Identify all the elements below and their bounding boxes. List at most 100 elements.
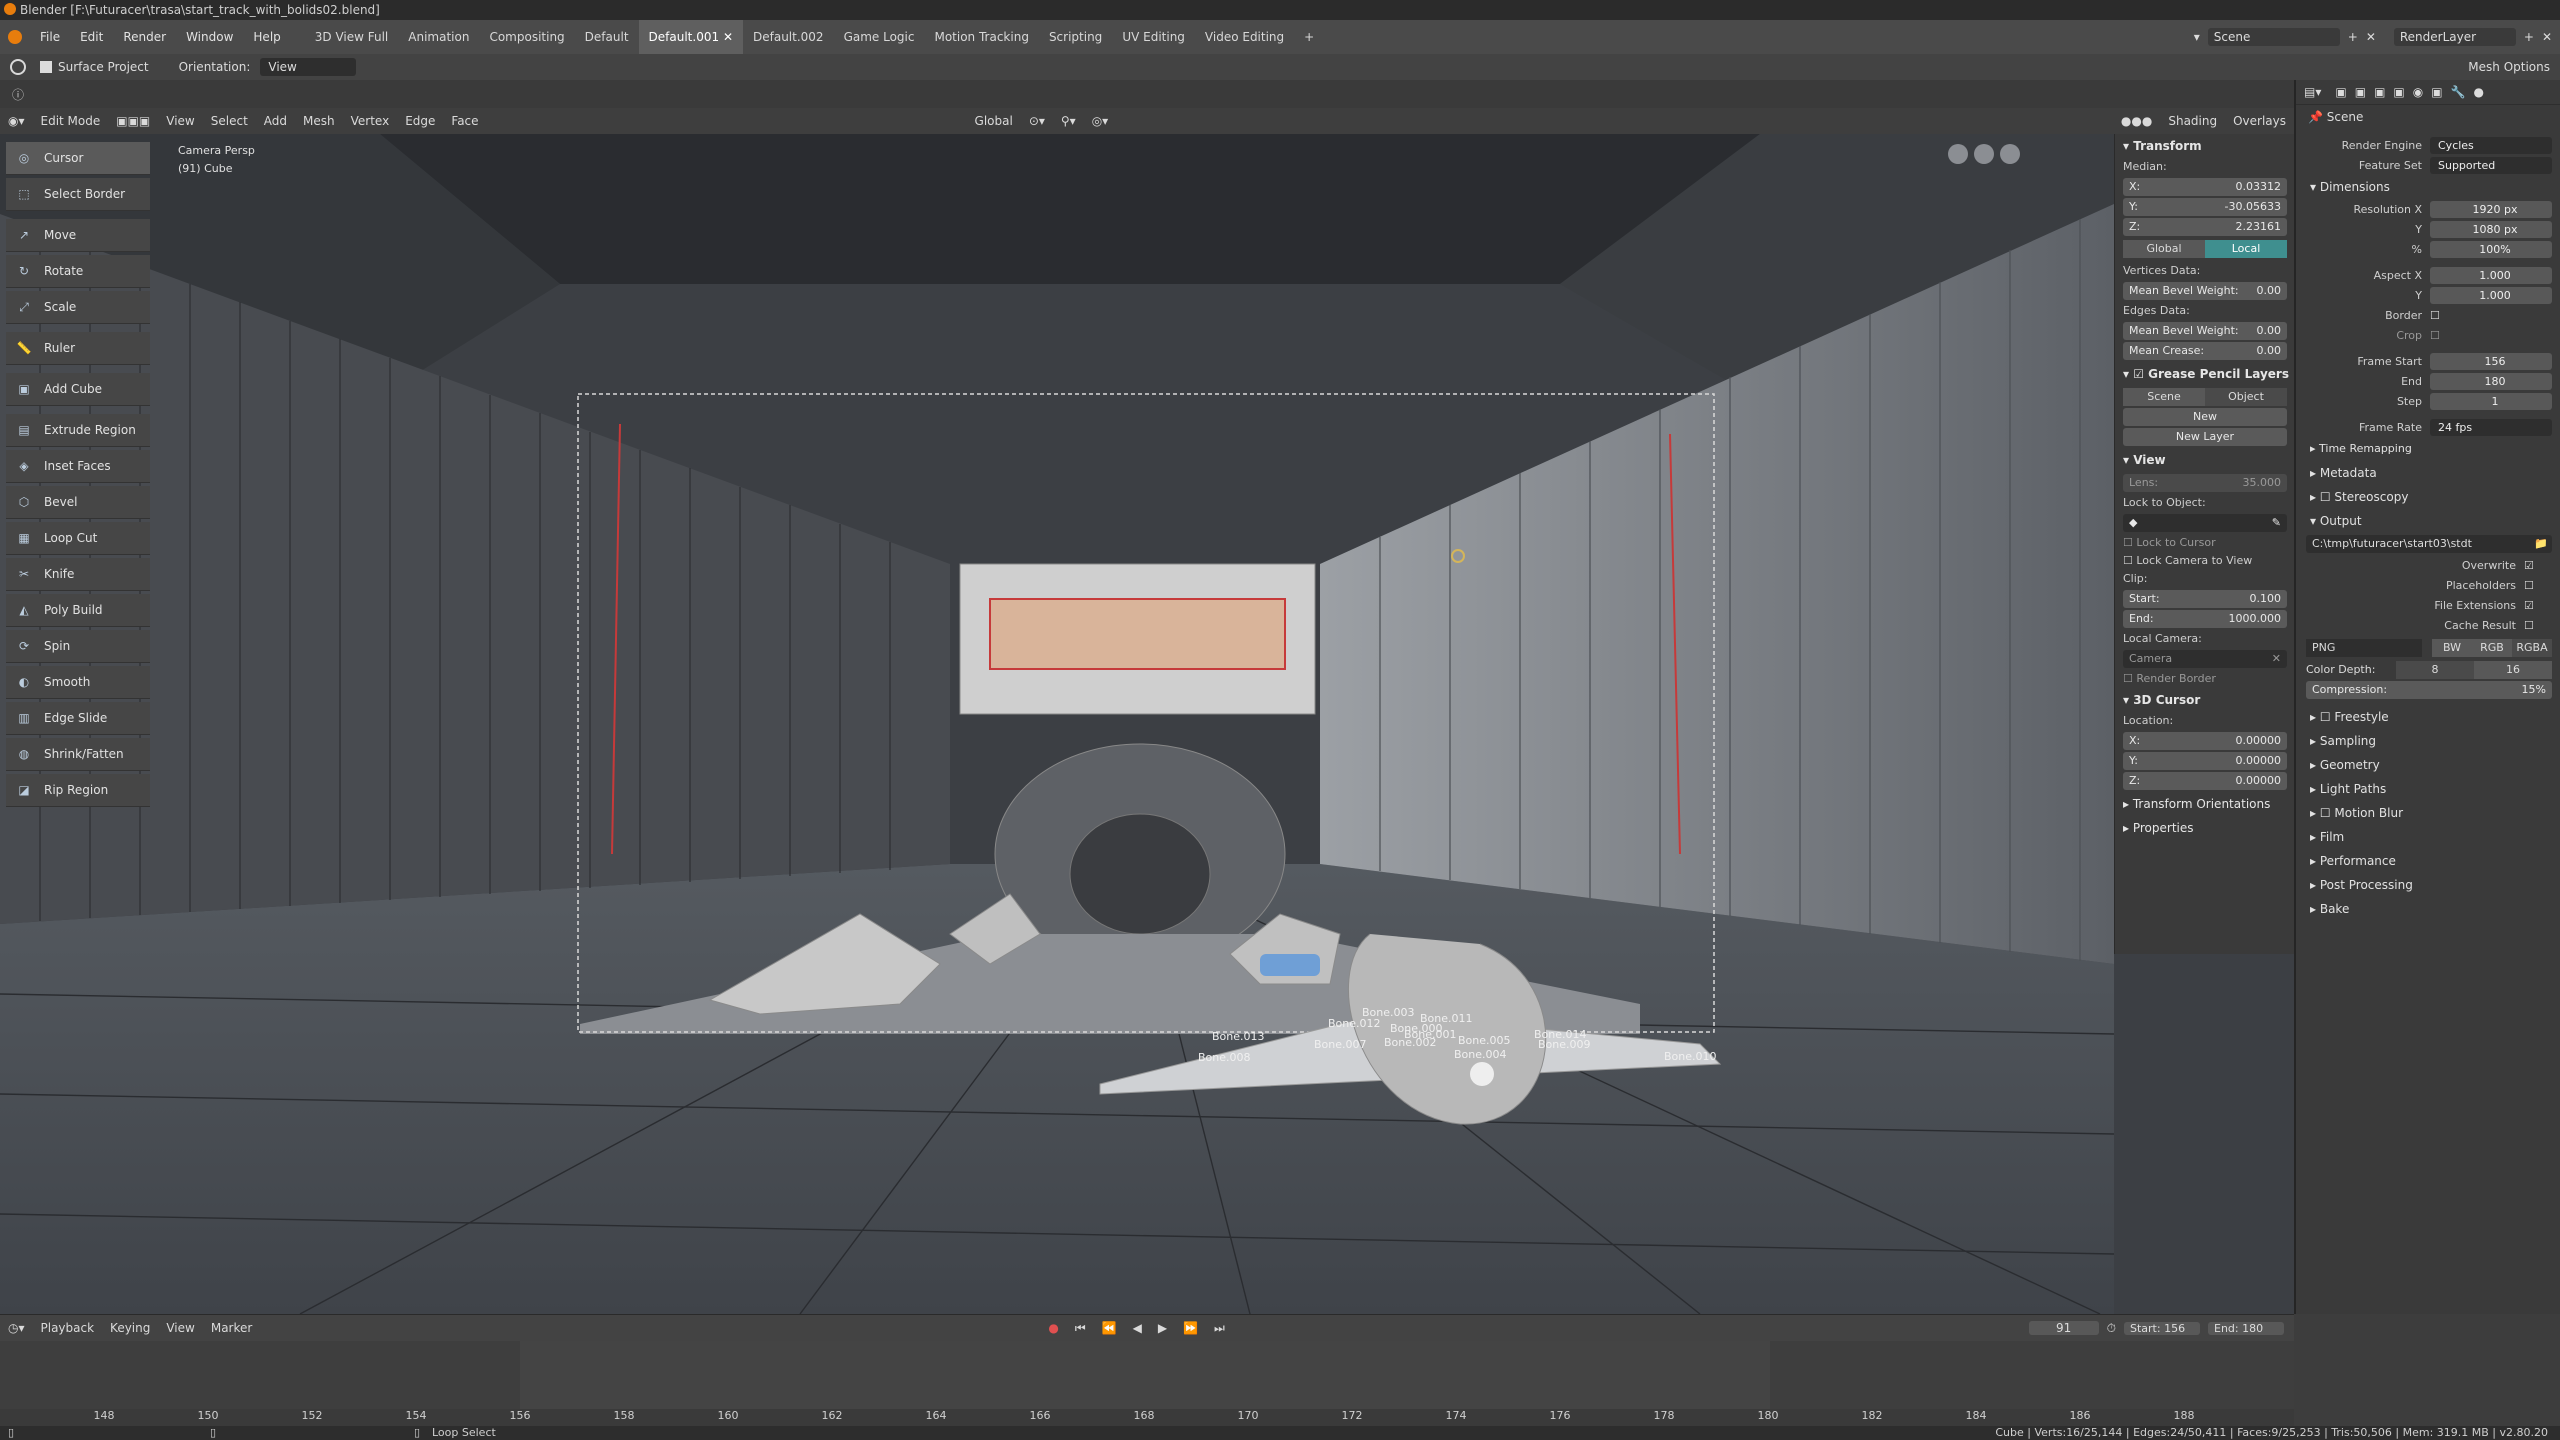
close-icon[interactable]: ✕: [723, 30, 733, 44]
film-header[interactable]: ▸ Film: [2296, 825, 2560, 849]
tool-bevel[interactable]: ⬡ Bevel: [6, 486, 150, 519]
menu-window[interactable]: Window: [176, 30, 243, 44]
aspect-y-field[interactable]: 1.000: [2430, 286, 2552, 304]
motion-blur-header[interactable]: ▸ ☐ Motion Blur: [2296, 801, 2560, 825]
jump-start-icon[interactable]: ⏮: [1067, 1321, 1094, 1336]
menu-playback[interactable]: Playback: [33, 1321, 103, 1335]
tool-spin[interactable]: ⟳ Spin: [6, 630, 150, 663]
select-mode-icons[interactable]: ▣▣▣: [108, 114, 158, 128]
crop-row[interactable]: Crop ☐: [2296, 325, 2560, 345]
timeline-editor[interactable]: ◷▾ Playback Keying View Marker ● ⏮ ⏪ ◀ ▶…: [0, 1314, 2294, 1427]
tool-cursor[interactable]: ◎ Cursor: [6, 142, 150, 175]
depth-8-toggle[interactable]: 8: [2396, 661, 2474, 679]
time-remapping-header[interactable]: ▸ Time Remapping: [2296, 437, 2560, 461]
menu-file[interactable]: File: [30, 30, 70, 44]
shading-dropdown[interactable]: Shading: [2160, 114, 2225, 128]
bw-toggle[interactable]: BW: [2432, 639, 2472, 657]
global-toggle[interactable]: Global: [2123, 240, 2205, 258]
gp-object-toggle[interactable]: Object: [2205, 388, 2287, 406]
folder-icon[interactable]: 📁: [2534, 535, 2548, 553]
lock-object-field[interactable]: ◆ ✎: [2123, 514, 2287, 532]
orientation-select[interactable]: View: [260, 58, 357, 76]
compression-slider[interactable]: Compression: 15%: [2306, 681, 2552, 699]
renderlayer-selector[interactable]: RenderLayer: [2393, 28, 2516, 46]
frame-end-field[interactable]: 180: [2430, 372, 2552, 390]
clip-end-field[interactable]: End: 1000.000: [2123, 610, 2287, 628]
cursor-z-field[interactable]: Z: 0.00000: [2123, 772, 2287, 790]
properties-header[interactable]: ▸ Properties: [2115, 816, 2295, 840]
view-layer-tab-icon[interactable]: ▣: [2374, 85, 2385, 99]
tool-rip-region[interactable]: ◪ Rip Region: [6, 774, 150, 807]
cursor-x-field[interactable]: X: 0.00000: [2123, 732, 2287, 750]
placeholders-row[interactable]: Placeholders ☐: [2296, 575, 2560, 595]
object-tab-icon[interactable]: ▣: [2431, 85, 2442, 99]
remove-renderlayer-icon[interactable]: ✕: [2542, 30, 2552, 44]
tool-shrink-fatten[interactable]: ◍ Shrink/Fatten: [6, 738, 150, 771]
median-x-field[interactable]: X: 0.03312: [2123, 178, 2287, 196]
tool-inset-faces[interactable]: ◈ Inset Faces: [6, 450, 150, 483]
snap-icon[interactable]: ⚲▾: [1053, 114, 1084, 128]
workspace-tab[interactable]: Default.002: [743, 20, 834, 54]
current-frame-field[interactable]: 91: [2028, 1321, 2099, 1335]
cache-result-row[interactable]: Cache Result ☐: [2296, 615, 2560, 635]
next-keyframe-icon[interactable]: ⏩: [1175, 1321, 1206, 1335]
lens-field[interactable]: Lens: 35.000: [2123, 474, 2287, 492]
material-tab-icon[interactable]: ●: [2474, 85, 2484, 99]
prev-keyframe-icon[interactable]: ⏪: [1094, 1321, 1125, 1335]
file-extensions-checkbox[interactable]: ☑: [2524, 599, 2534, 612]
tool-scale[interactable]: ⤢ Scale: [6, 291, 150, 324]
tool-ruler[interactable]: 📏 Ruler: [6, 332, 150, 365]
blender-menu-icon[interactable]: [8, 30, 22, 44]
median-z-field[interactable]: Z: 2.23161: [2123, 218, 2287, 236]
jump-end-icon[interactable]: ⏭: [1206, 1321, 1233, 1336]
frame-rate-select[interactable]: 24 fps: [2430, 418, 2552, 436]
menu-view[interactable]: View: [158, 114, 202, 128]
local-camera-field[interactable]: Camera ✕: [2123, 650, 2287, 668]
tool-poly-build[interactable]: ◭ Poly Build: [6, 594, 150, 627]
menu-edge[interactable]: Edge: [397, 114, 443, 128]
add-workspace-icon[interactable]: +: [1294, 20, 1324, 54]
performance-header[interactable]: ▸ Performance: [2296, 849, 2560, 873]
shading-solid-icon[interactable]: ●●●: [2113, 114, 2160, 128]
clip-start-field[interactable]: Start: 0.100: [2123, 590, 2287, 608]
rgba-toggle[interactable]: RGBA: [2512, 639, 2552, 657]
menu-vertex[interactable]: Vertex: [343, 114, 398, 128]
rgb-toggle[interactable]: RGB: [2472, 639, 2512, 657]
clear-icon[interactable]: ✕: [2272, 650, 2281, 668]
bake-header[interactable]: ▸ Bake: [2296, 897, 2560, 921]
tool-add-cube[interactable]: ▣ Add Cube: [6, 373, 150, 406]
menu-mesh[interactable]: Mesh: [295, 114, 343, 128]
menu-keying[interactable]: Keying: [102, 1321, 158, 1335]
play-reverse-icon[interactable]: ◀: [1125, 1321, 1150, 1335]
workspace-tab[interactable]: Scripting: [1039, 20, 1112, 54]
output-tab-icon[interactable]: ▣: [2355, 85, 2366, 99]
depth-16-toggle[interactable]: 16: [2474, 661, 2552, 679]
workspace-tab[interactable]: Game Logic: [834, 20, 925, 54]
crop-checkbox[interactable]: ☐: [2430, 329, 2440, 342]
tool-rotate[interactable]: ↻ Rotate: [6, 255, 150, 288]
menu-edit[interactable]: Edit: [70, 30, 113, 44]
feature-set-select[interactable]: Supported: [2430, 156, 2552, 174]
border-row[interactable]: Border ☐: [2296, 305, 2560, 325]
workspace-tab[interactable]: Motion Tracking: [924, 20, 1038, 54]
post-processing-header[interactable]: ▸ Post Processing: [2296, 873, 2560, 897]
median-y-field[interactable]: Y: -30.05633: [2123, 198, 2287, 216]
transform-panel-header[interactable]: ▾ Transform: [2115, 134, 2295, 158]
gp-new-layer-button[interactable]: New Layer: [2123, 428, 2287, 446]
timeline-ruler[interactable]: 148 150 152 154 156 158 160 162 164 166 …: [0, 1409, 2294, 1427]
resolution-y-field[interactable]: 1080 px: [2430, 220, 2552, 238]
transform-orientations-header[interactable]: ▸ Transform Orientations: [2115, 792, 2295, 816]
workspace-tab[interactable]: UV Editing: [1112, 20, 1195, 54]
geometry-header[interactable]: ▸ Geometry: [2296, 753, 2560, 777]
cache-result-checkbox[interactable]: ☐: [2524, 619, 2534, 632]
add-scene-icon[interactable]: +: [2348, 30, 2358, 44]
modifier-tab-icon[interactable]: 🔧: [2451, 85, 2466, 99]
file-extensions-row[interactable]: File Extensions ☑: [2296, 595, 2560, 615]
transform-orientation-select[interactable]: Global: [967, 114, 1021, 128]
play-icon[interactable]: ▶: [1150, 1321, 1175, 1335]
start-frame-field[interactable]: Start: 156: [2124, 1321, 2200, 1335]
resolution-pct-field[interactable]: 100%: [2430, 240, 2552, 258]
menu-help[interactable]: Help: [243, 30, 290, 44]
file-format-select[interactable]: PNG: [2306, 639, 2422, 657]
placeholders-checkbox[interactable]: ☐: [2524, 579, 2534, 592]
